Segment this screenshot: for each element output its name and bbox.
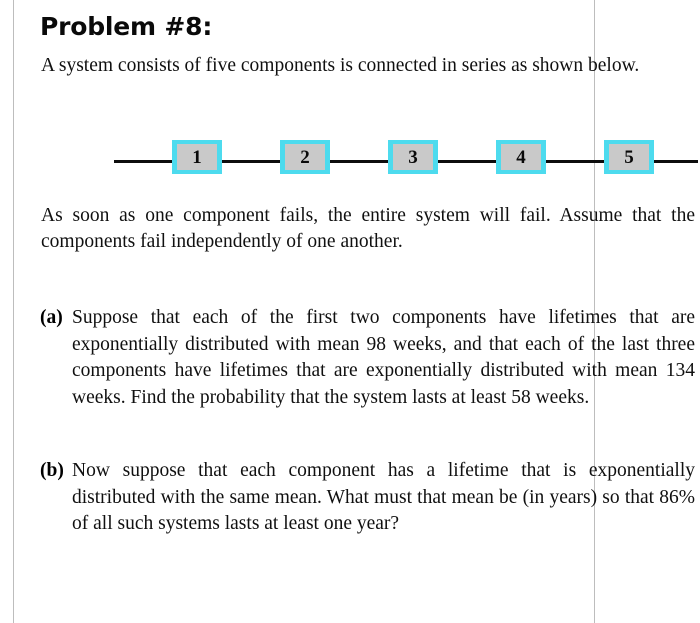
problem-page: Problem #8: A system consists of five co… [0, 0, 700, 623]
wire-segment-1-2 [222, 160, 284, 163]
component-label-1: 1 [192, 146, 202, 168]
component-box-3: 3 [388, 140, 438, 174]
part-a-text: Suppose that each of the first two compo… [72, 307, 695, 408]
page-title: Problem #8: [40, 12, 213, 41]
assumption-paragraph: As soon as one component fails, the enti… [41, 205, 695, 252]
part-a-tag: (a) [40, 307, 63, 328]
intro-paragraph: A system consists of five components is … [41, 55, 640, 76]
component-label-4: 4 [516, 146, 526, 168]
component-box-5: 5 [604, 140, 654, 174]
component-label-2: 2 [300, 146, 310, 168]
wire-segment-2-3 [330, 160, 392, 163]
problem-part-b: (b) Now suppose that each component has … [40, 458, 695, 538]
wire-segment-lead-out [654, 160, 698, 163]
component-box-1: 1 [172, 140, 222, 174]
component-label-5: 5 [624, 146, 634, 168]
component-label-3: 3 [408, 146, 418, 168]
wire-segment-4-5 [546, 160, 608, 163]
series-system-diagram: 1 2 3 4 5 [110, 140, 698, 185]
part-b-text: Now suppose that each component has a li… [72, 460, 695, 534]
wire-segment-3-4 [438, 160, 500, 163]
part-b-tag: (b) [40, 460, 64, 481]
component-box-4: 4 [496, 140, 546, 174]
component-box-2: 2 [280, 140, 330, 174]
problem-part-a: (a) Suppose that each of the first two c… [40, 305, 695, 411]
wire-segment-lead-in [114, 160, 176, 163]
